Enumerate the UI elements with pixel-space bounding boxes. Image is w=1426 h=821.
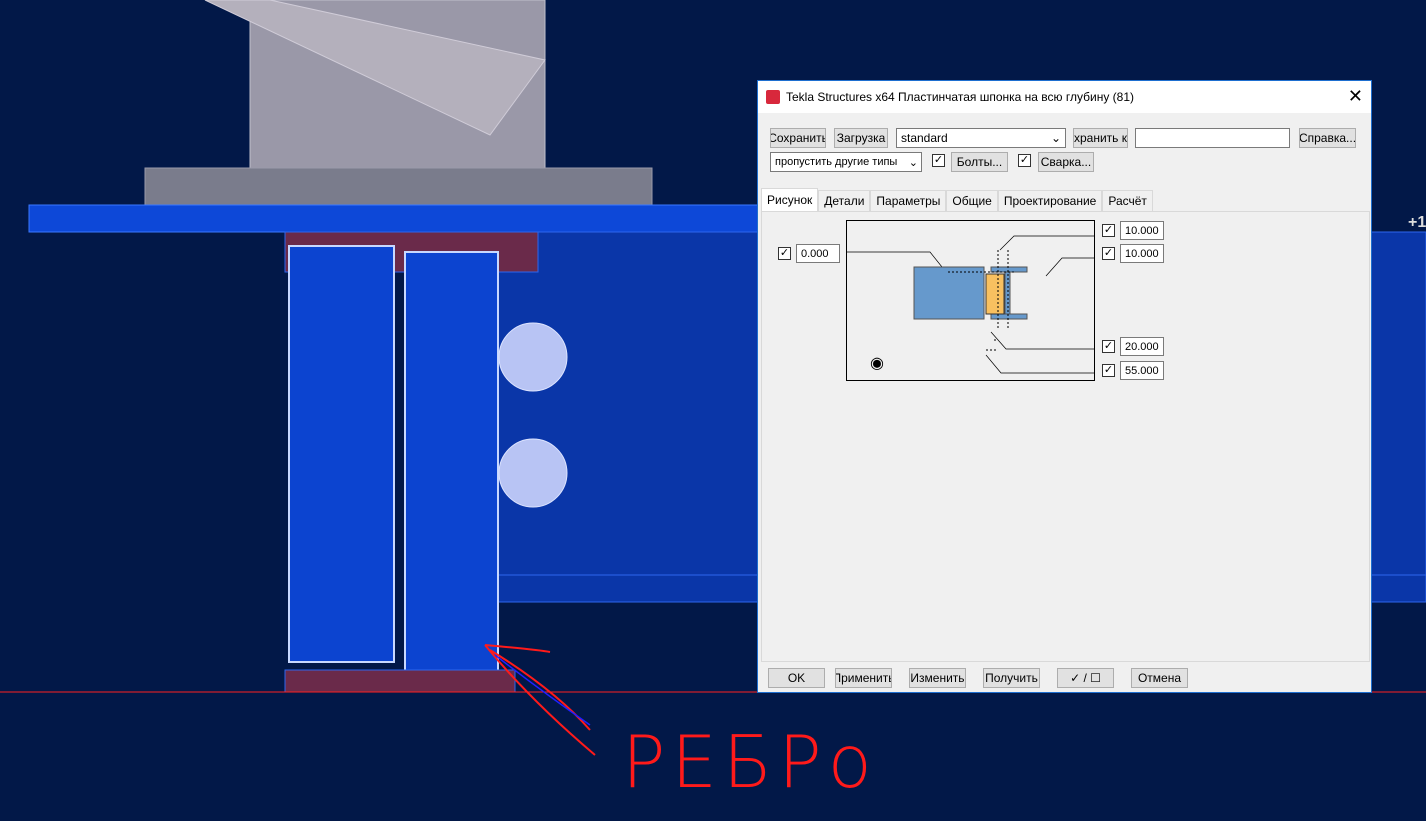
welds-button[interactable]: Сварка... [1038,152,1094,172]
connection-picture: ◉ [846,220,1095,381]
stiffener-right [404,251,499,673]
connection-dialog: Tekla Structures x64 Пластинчатая шпонка… [757,80,1372,693]
bolts-button[interactable]: Болты... [951,152,1008,172]
left-value-input[interactable]: 0.000 [796,244,840,263]
tab-parameters[interactable]: Параметры [870,190,947,211]
column [144,0,653,206]
view-eye-icon: ◉ [870,355,884,372]
welds-checkbox[interactable]: ✓ [1018,154,1031,167]
value1-checkbox[interactable]: ✓ [1102,224,1115,237]
save-as-name-input[interactable] [1135,128,1290,148]
bolt [498,438,568,508]
stiffener-left [288,245,395,663]
preset-select[interactable]: standard ⌄ [896,128,1066,148]
tab-general[interactable]: Общие [946,190,998,211]
close-icon[interactable]: ✕ [1348,86,1363,107]
value3-input[interactable]: 20.000 [1120,337,1164,356]
tab-design[interactable]: Проектирование [997,190,1103,211]
top-plate [28,204,760,233]
get-button[interactable]: Получить [983,668,1040,688]
left-value-checkbox[interactable]: ✓ [778,247,791,260]
modify-button[interactable]: Изменить [909,668,966,688]
bolt [498,322,568,392]
save-button[interactable]: Сохранить [770,128,826,148]
value4-input[interactable]: 55.000 [1120,361,1164,380]
chevron-down-icon: ⌄ [908,155,918,169]
axis-label: +1 [1408,214,1426,231]
tab-bar: Рисунок Детали Параметры Общие Проектиро… [761,188,1153,211]
dialog-title: Tekla Structures x64 Пластинчатая шпонка… [786,90,1134,104]
load-button[interactable]: Загрузка [834,128,888,148]
picture-panel: ✓ 0.000 ◉ ✓ 10.000 ✓ 10.000 ✓ 20.000 ✓ 5… [761,211,1370,662]
tekla-logo-icon [766,90,780,104]
bolts-checkbox[interactable]: ✓ [932,154,945,167]
value2-checkbox[interactable]: ✓ [1102,247,1115,260]
apply-button[interactable]: Применить [835,668,892,688]
filter-select[interactable]: пропустить другие типы ⌄ [770,152,922,172]
title-bar: Tekla Structures x64 Пластинчатая шпонка… [758,81,1371,113]
tab-analysis[interactable]: Расчёт [1102,190,1153,211]
annotation-text: РЕБРо [622,720,878,804]
chevron-down-icon: ⌄ [1050,131,1061,145]
tab-picture[interactable]: Рисунок [761,188,819,211]
ok-button[interactable]: OK [768,668,825,688]
value1-input[interactable]: 10.000 [1120,221,1164,240]
value2-input[interactable]: 10.000 [1120,244,1164,263]
preset-value: standard [901,131,948,145]
filter-value: пропустить другие типы [775,156,898,168]
help-button[interactable]: Справка... [1299,128,1356,148]
toggle-all-button[interactable]: ✓ / ☐ [1057,668,1114,688]
save-as-button[interactable]: хранить к [1073,128,1128,148]
tab-parts[interactable]: Детали [818,190,871,211]
value4-checkbox[interactable]: ✓ [1102,364,1115,377]
cancel-button[interactable]: Отмена [1131,668,1188,688]
value3-checkbox[interactable]: ✓ [1102,340,1115,353]
annotation-arrow [484,644,596,756]
